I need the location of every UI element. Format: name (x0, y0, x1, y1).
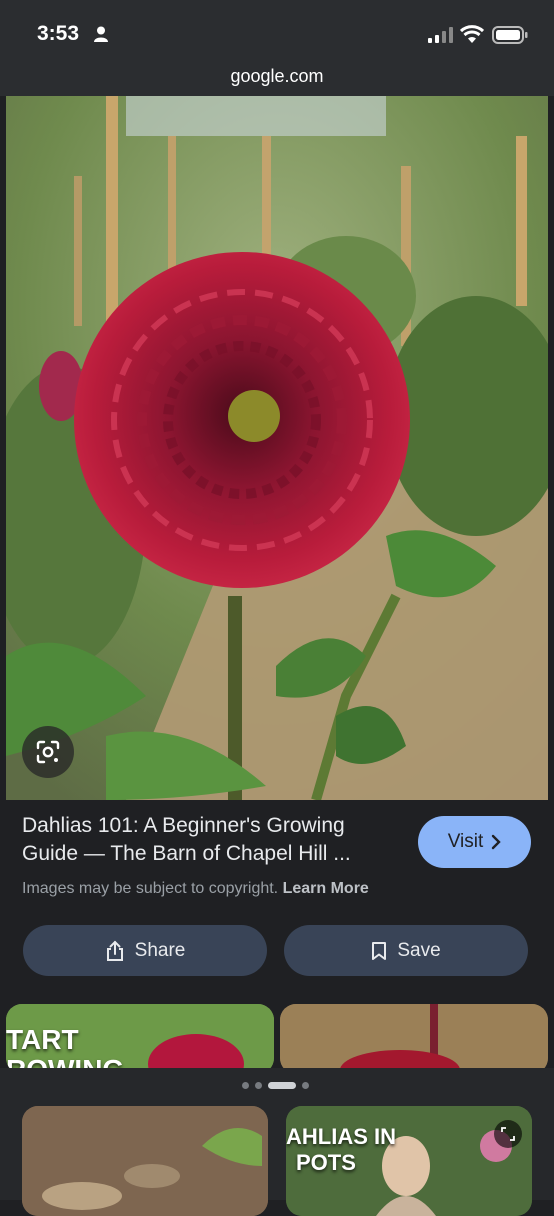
address-bar[interactable]: google.com (0, 62, 554, 96)
chevron-right-icon (492, 834, 501, 850)
battery-icon (492, 26, 528, 44)
pager-dot (302, 1082, 309, 1089)
result-info: Dahlias 101: A Beginner's Growing Guide … (22, 812, 402, 868)
lens-search-icon (36, 740, 60, 764)
learn-more-link[interactable]: Learn More (283, 880, 369, 897)
share-button[interactable]: Share (23, 925, 267, 976)
pager-dots (242, 1082, 309, 1089)
google-lens-button[interactable] (22, 726, 74, 778)
pager-dot (255, 1082, 262, 1089)
thumb1-text-line1: TART (6, 1024, 79, 1055)
share-label: Share (134, 939, 186, 961)
thumb4-text-line2: POTS (296, 1150, 356, 1175)
cellular-signal-icon (428, 27, 453, 43)
share-icon (106, 940, 123, 961)
pager-dot (242, 1082, 249, 1089)
clock: 3:53 (37, 22, 80, 45)
save-button[interactable]: Save (284, 925, 528, 976)
related-image-2[interactable] (280, 1004, 548, 1074)
visit-label: Visit (447, 831, 484, 852)
related-image-1[interactable]: TART ROWING (6, 1004, 274, 1074)
expand-icon (501, 1127, 515, 1141)
expand-button[interactable] (494, 1120, 522, 1148)
status-bar: 3:53 (0, 0, 554, 62)
pager-dot-active (268, 1082, 296, 1089)
person-icon (94, 26, 108, 42)
save-label: Save (397, 939, 441, 961)
thumb4-text-line1: AHLIAS IN (286, 1124, 396, 1149)
bookmark-icon (372, 941, 387, 960)
main-image-dahlia[interactable] (6, 96, 548, 800)
url-text: google.com (230, 66, 324, 86)
dahlia-photo (6, 96, 548, 800)
result-title[interactable]: Dahlias 101: A Beginner's Growing Guide … (22, 812, 402, 868)
visit-button[interactable]: Visit (418, 816, 531, 868)
copyright-notice: Images may be subject to copyright. Lear… (22, 880, 369, 898)
wifi-icon (460, 25, 484, 43)
thumbnail-image (280, 1004, 548, 1074)
copyright-text: Images may be subject to copyright. (22, 880, 279, 897)
